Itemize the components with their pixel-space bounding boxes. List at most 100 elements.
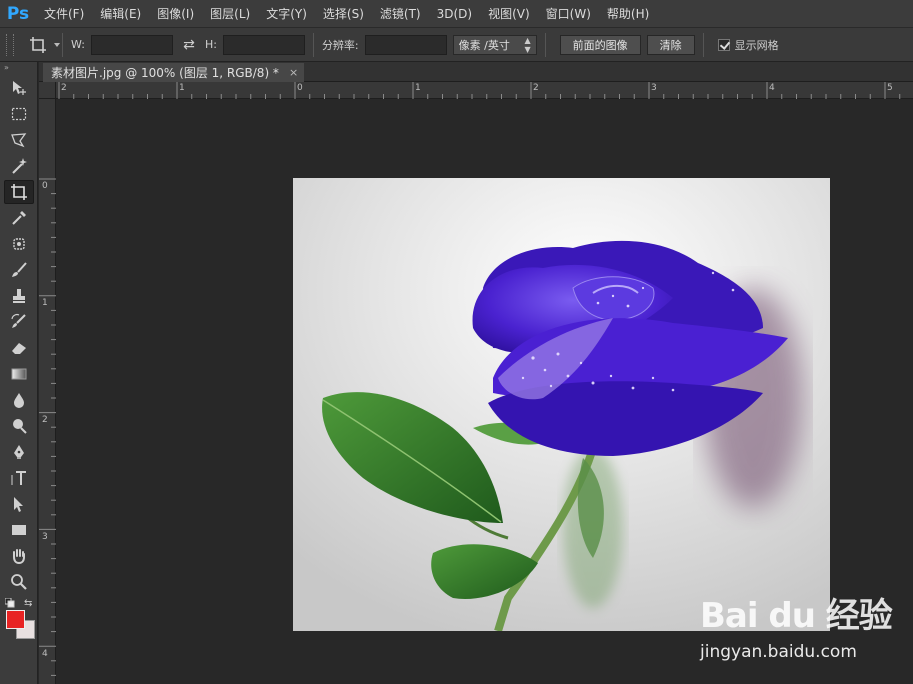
menu-select[interactable]: 选择(S)	[315, 0, 372, 28]
width-label: W:	[71, 38, 85, 51]
menu-edit[interactable]: 编辑(E)	[92, 0, 149, 28]
ps-logo: Ps	[6, 3, 30, 24]
options-bar: W: ⇄ H: 分辨率: 像素 /英寸 ▲ ▼ 前面的图像 清除 显示网格	[0, 28, 913, 62]
ruler-label: 1	[42, 298, 48, 308]
tool-gradient[interactable]	[4, 362, 34, 386]
eyedropper-icon	[12, 211, 26, 225]
blue-rose-photo	[293, 178, 830, 631]
ruler-label: 4	[769, 83, 775, 93]
tool-marquee[interactable]	[4, 102, 34, 126]
ruler-label: 2	[61, 83, 67, 93]
document-tab[interactable]: 素材图片.jpg @ 100% (图层 1, RGB/8) * ×	[43, 63, 305, 82]
tool-crop[interactable]	[4, 180, 34, 204]
pen-icon	[14, 445, 24, 459]
show-grid-label: 显示网格	[734, 38, 779, 52]
watermark-url: jingyan.baidu.com	[700, 642, 857, 662]
rectangle-icon	[12, 525, 26, 535]
divider	[62, 32, 63, 57]
tool-clone-stamp[interactable]	[4, 284, 34, 308]
tool-lasso[interactable]	[4, 128, 34, 152]
default-colors-icon[interactable]	[5, 598, 15, 608]
gradient-icon	[11, 368, 27, 380]
menu-type[interactable]: 文字(Y)	[258, 0, 315, 28]
width-input[interactable]	[90, 34, 173, 55]
tool-preset-picker[interactable]	[22, 32, 60, 58]
menu-filter[interactable]: 滤镜(T)	[372, 0, 429, 28]
magic-wand-icon	[12, 158, 27, 174]
ruler-label: 3	[42, 532, 48, 542]
ruler-label: 2	[533, 83, 539, 93]
lasso-icon	[11, 133, 27, 148]
resolution-unit-value: 像素 /英寸	[458, 38, 510, 52]
marquee-icon	[11, 107, 27, 121]
type-icon	[11, 471, 26, 485]
tool-eraser[interactable]	[4, 336, 34, 360]
tool-blur[interactable]	[4, 388, 34, 412]
ruler-label: 3	[651, 83, 657, 93]
show-grid-checkbox[interactable]: 显示网格	[717, 37, 785, 53]
tool-type[interactable]	[4, 466, 34, 490]
menu-3d[interactable]: 3D(D)	[429, 0, 480, 28]
clear-button[interactable]: 清除	[646, 34, 695, 55]
hand-icon	[13, 549, 25, 565]
resolution-input[interactable]	[364, 34, 447, 55]
divider	[312, 32, 314, 57]
spot-healing-icon	[13, 238, 25, 250]
tool-hand[interactable]	[4, 544, 34, 568]
ruler-label: 1	[415, 83, 421, 93]
close-icon[interactable]: ×	[289, 66, 298, 79]
divider	[544, 32, 546, 57]
resolution-label: 分辨率:	[321, 38, 359, 52]
front-image-button[interactable]: 前面的图像	[559, 34, 641, 55]
menu-help[interactable]: 帮助(H)	[599, 0, 657, 28]
tool-brush[interactable]	[4, 258, 34, 282]
tool-path-selection[interactable]	[4, 492, 34, 516]
document-tab-bar: 素材图片.jpg @ 100% (图层 1, RGB/8) * ×	[39, 62, 913, 82]
tool-eyedropper[interactable]	[4, 206, 34, 230]
crop-icon	[30, 36, 46, 53]
tool-magic-wand[interactable]	[4, 154, 34, 178]
ruler-origin[interactable]	[39, 82, 56, 99]
ruler-label: 0	[297, 83, 303, 93]
tool-rectangle[interactable]	[4, 518, 34, 542]
tool-spot-healing[interactable]	[4, 232, 34, 256]
menu-file[interactable]: 文件(F)	[36, 0, 92, 28]
divider	[702, 32, 704, 57]
tool-move[interactable]	[4, 76, 34, 100]
menu-window[interactable]: 窗口(W)	[538, 0, 599, 28]
document-image[interactable]	[293, 178, 830, 631]
brush-icon	[12, 262, 27, 277]
swap-dimensions-icon[interactable]: ⇄	[179, 37, 199, 53]
tool-zoom[interactable]	[4, 570, 34, 594]
tool-pen[interactable]	[4, 440, 34, 464]
ruler-label: 1	[179, 83, 185, 93]
swap-colors-icon[interactable]: ⇆	[24, 598, 32, 609]
height-label: H:	[204, 38, 217, 51]
photoshop-window: Ps 文件(F) 编辑(E) 图像(I) 图层(L) 文字(Y) 选择(S) 滤…	[0, 0, 913, 684]
blur-icon	[14, 393, 24, 408]
options-bar-grip[interactable]	[6, 33, 14, 56]
resolution-unit-select[interactable]: 像素 /英寸 ▲ ▼	[452, 34, 537, 55]
ruler-label: 4	[42, 649, 48, 659]
clone-stamp-icon	[13, 289, 25, 303]
path-selection-icon	[14, 497, 23, 512]
menu-image[interactable]: 图像(I)	[149, 0, 202, 28]
zoom-icon	[11, 574, 27, 590]
chevron-down-icon	[54, 42, 60, 47]
updown-arrows-icon: ▲ ▼	[524, 35, 531, 54]
checkbox-checked-icon[interactable]	[717, 38, 730, 51]
menu-view[interactable]: 视图(V)	[480, 0, 538, 28]
vertical-ruler[interactable]: 0 1 2 3 4	[39, 99, 56, 684]
tool-dodge[interactable]	[4, 414, 34, 438]
tools-panel: » ⇆	[0, 62, 38, 684]
dodge-icon	[13, 419, 27, 434]
ruler-label: 0	[42, 181, 48, 191]
horizontal-ruler[interactable]: 2 1 0 1 2 3 4 5	[56, 82, 913, 99]
height-input[interactable]	[222, 34, 305, 55]
eraser-icon	[12, 343, 26, 354]
menu-layer[interactable]: 图层(L)	[202, 0, 258, 28]
ruler-label: 5	[887, 83, 893, 93]
tool-history-brush[interactable]	[4, 310, 34, 334]
foreground-color-swatch[interactable]	[6, 610, 25, 629]
collapse-panel-icon[interactable]: »	[0, 62, 37, 74]
